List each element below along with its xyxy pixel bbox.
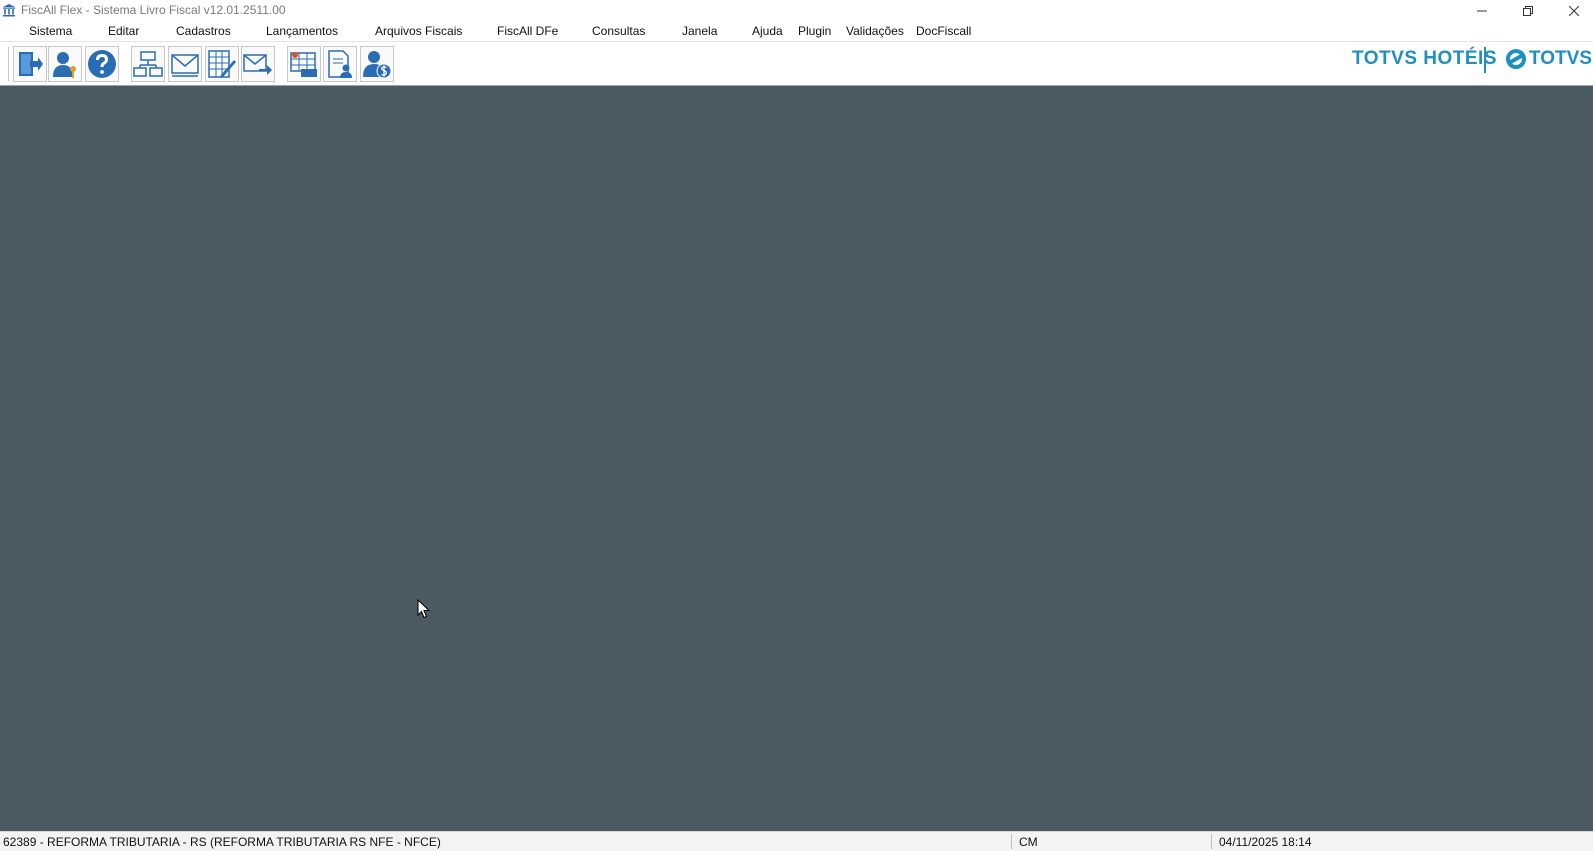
minimize-icon xyxy=(1477,10,1487,11)
edit-sheet-button[interactable] xyxy=(205,46,239,82)
org-chart-icon xyxy=(133,51,163,77)
brand-divider xyxy=(1484,47,1486,73)
menu-plugin[interactable]: Plugin xyxy=(798,24,831,38)
menu-arquivos-fiscais[interactable]: Arquivos Fiscais xyxy=(375,24,462,38)
restore-icon xyxy=(1523,5,1533,16)
menu-cadastros[interactable]: Cadastros xyxy=(176,24,231,38)
help-button[interactable] xyxy=(85,46,119,82)
icms-button[interactable] xyxy=(287,46,321,82)
help-icon xyxy=(88,50,116,78)
mouse-cursor-icon xyxy=(417,599,431,619)
menu-ajuda[interactable]: Ajuda xyxy=(752,24,783,38)
toolbar: TOTVS HOTÉIS TOTVS xyxy=(0,42,1593,84)
structure-button[interactable] xyxy=(131,46,165,82)
minimize-button[interactable] xyxy=(1459,0,1505,21)
exit-button[interactable] xyxy=(13,46,47,82)
menu-docfiscall[interactable]: DocFiscall xyxy=(916,24,971,38)
title-bar: FiscAll Flex - Sistema Livro Fiscal v12.… xyxy=(0,0,1593,21)
close-button[interactable] xyxy=(1551,0,1593,21)
status-divider xyxy=(1011,834,1012,849)
totvs-logo-icon xyxy=(1506,49,1526,69)
menu-validacoes[interactable]: Validações xyxy=(846,24,904,38)
icms-table-icon xyxy=(290,52,317,77)
spreadsheet-edit-icon xyxy=(208,50,236,78)
menu-bar: Sistema Editar Cadastros Lançamentos Arq… xyxy=(0,21,1593,42)
user-access-button[interactable] xyxy=(48,46,82,82)
menu-lancamentos[interactable]: Lançamentos xyxy=(266,24,338,38)
status-mode: CM xyxy=(1019,835,1038,849)
product-logo-text: TOTVS HOTÉIS xyxy=(1352,48,1498,69)
send-mail-button[interactable] xyxy=(241,46,275,82)
bank-icon xyxy=(3,4,15,17)
menu-consultas[interactable]: Consultas xyxy=(592,24,645,38)
close-icon xyxy=(1569,5,1579,16)
exit-door-icon xyxy=(19,52,43,76)
user-key-icon xyxy=(53,52,76,78)
window-title: FiscAll Flex - Sistema Livro Fiscal v12.… xyxy=(21,3,286,17)
status-bar: 62389 - REFORMA TRIBUTARIA - RS (REFORMA… xyxy=(0,831,1593,851)
company-logo-text: TOTVS xyxy=(1529,48,1592,69)
document-user-button[interactable] xyxy=(323,46,357,82)
user-money-icon xyxy=(363,51,392,79)
status-divider xyxy=(1211,834,1212,849)
restore-button[interactable] xyxy=(1505,0,1551,21)
send-mail-icon xyxy=(243,54,272,75)
document-user-icon xyxy=(328,50,352,78)
menu-fiscall-dfe[interactable]: FiscAll DFe xyxy=(497,24,558,38)
menu-janela[interactable]: Janela xyxy=(682,24,717,38)
envelope-icon xyxy=(171,54,199,77)
mail-button[interactable] xyxy=(168,46,202,82)
menu-sistema[interactable]: Sistema xyxy=(29,24,72,38)
user-finance-button[interactable] xyxy=(360,46,394,82)
mdi-workspace[interactable] xyxy=(0,85,1593,831)
status-datetime: 04/11/2025 18:14 xyxy=(1219,835,1312,849)
status-company: 62389 - REFORMA TRIBUTARIA - RS (REFORMA… xyxy=(3,835,441,849)
menu-editar[interactable]: Editar xyxy=(108,24,139,38)
